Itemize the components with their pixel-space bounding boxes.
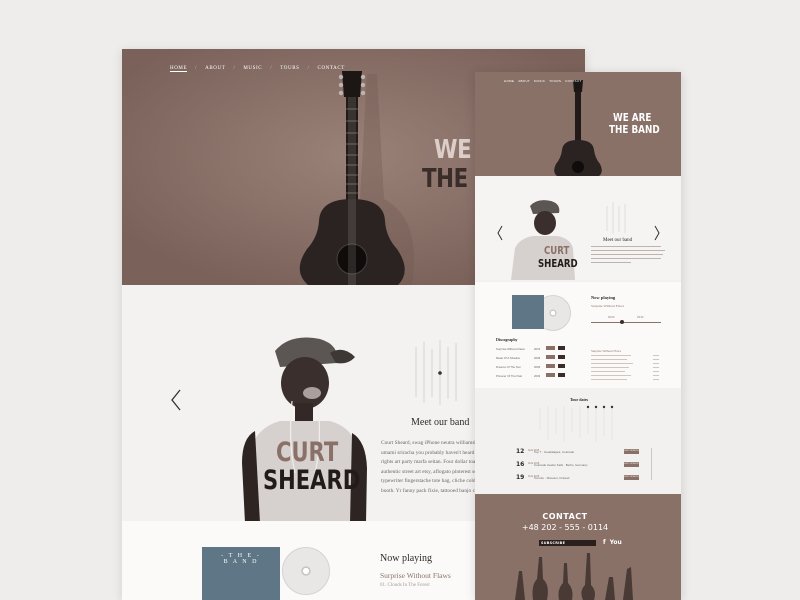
now-playing-title: Now playing [380, 553, 432, 564]
mobile-nav: HOME ABOUT MUSIC TOURS CONTACT [504, 79, 582, 83]
mobile-tours-section: Tour dates 12 AUG 2015 Top 7 · Guadalaja… [475, 388, 681, 494]
social-links: f You [603, 539, 622, 546]
discography-row: Made Of A Shadow 2009 [496, 355, 568, 363]
tour-scrollbar[interactable] [651, 448, 652, 480]
carousel-prev-icon[interactable] [170, 389, 182, 411]
nav-contact[interactable]: CONTACT [318, 66, 345, 72]
carousel-prev-icon [497, 225, 503, 241]
discography-listen-button[interactable] [546, 355, 555, 359]
progress-handle[interactable] [620, 320, 624, 324]
now-playing-track: Surprise Without Flaws [591, 304, 625, 308]
album-cover-title: - T H E - B A N D [221, 553, 261, 565]
now-playing-subtitle: 01. Clouds In The Forest [380, 583, 430, 588]
tour-dates-chart-decoration [539, 405, 614, 442]
time-left: 00:00 [608, 316, 615, 319]
facebook-icon[interactable]: f [603, 539, 606, 546]
tour-row: 19 AUG 2015 Toronto · Missouri, Finland … [516, 474, 639, 481]
now-playing-track: Surprise Without Flaws [380, 571, 451, 580]
buy-tickets-button[interactable]: BUY TICKETS [624, 462, 639, 467]
band-member-photo [497, 200, 665, 280]
buy-tickets-button[interactable]: BUY TICKETS [624, 475, 639, 480]
album-cover[interactable]: - T H E - B A N D [202, 547, 280, 600]
album-cover[interactable] [512, 295, 544, 329]
member-name-first: CURT [276, 437, 339, 468]
tour-dates-title: Tour dates [570, 397, 589, 402]
mobile-mockup: HOME ABOUT MUSIC TOURS CONTACT WE ARE TH… [475, 72, 681, 600]
discography-row: Prisoner Of The Past 2003 [496, 373, 568, 381]
discography-listen-button[interactable] [546, 373, 555, 377]
contact-phone: +48 202 - 555 - 0114 [521, 523, 609, 532]
discography-buy-button[interactable] [558, 346, 565, 350]
now-playing-title: Now playing [591, 295, 616, 300]
section-title-meet-band: Meet our band [603, 238, 633, 243]
track-list-title: Surprise Without Flaws [591, 349, 622, 353]
discography-row: Surprise Without Flaws 2015 [496, 346, 568, 354]
discography-buy-button[interactable] [558, 355, 565, 359]
mobile-member-section: Meet our band [475, 176, 681, 280]
discography-listen-button[interactable] [546, 346, 555, 350]
discography-listen-button[interactable] [546, 364, 555, 368]
discography-buy-button[interactable] [558, 373, 565, 377]
progress-track[interactable] [591, 322, 661, 323]
member-name-first: CURT [544, 244, 570, 257]
hero-headline-line2: THE BAND [609, 123, 660, 136]
time-right: 03:34 [637, 316, 644, 319]
discography-buy-button[interactable] [558, 364, 565, 368]
member-name-last: SHEARD [263, 465, 361, 496]
nav-contact[interactable]: CONTACT [565, 79, 581, 83]
social-vertical-bars-icon [415, 340, 457, 405]
tour-row: 16 AUG 2015 Colorado Avalon Falls · Berl… [516, 461, 639, 468]
mobile-hero: HOME ABOUT MUSIC TOURS CONTACT WE ARE TH… [475, 72, 681, 176]
nav-tours[interactable]: TOURS [280, 66, 299, 72]
carousel-next-icon [654, 225, 660, 241]
nav-music[interactable]: MUSIC [243, 66, 262, 72]
cd-disc [282, 547, 330, 595]
discography-row: Dreams Of The Sun 2005 [496, 364, 568, 372]
section-title-meet-band: Meet our band [411, 417, 470, 428]
nav-about[interactable]: ABOUT [205, 66, 225, 72]
youtube-icon[interactable]: You [610, 539, 622, 546]
instruments-photo [515, 553, 633, 600]
nav-music[interactable]: MUSIC [534, 79, 545, 83]
hero-headline-line1: WE ARE [613, 111, 652, 124]
mobile-music-section: Now playing Surprise Without Flaws 00:00… [475, 282, 681, 388]
nav-home[interactable]: HOME [170, 66, 188, 72]
buy-tickets-button[interactable]: BUY TICKETS [624, 449, 639, 454]
desktop-nav: HOME / ABOUT / MUSIC / TOURS / CONTACT [170, 66, 345, 72]
member-name-last: SHEARD [538, 257, 578, 270]
nav-tours[interactable]: TOURS [549, 79, 561, 83]
subscribe-label: SUBSCRIBE [541, 541, 566, 545]
mobile-contact-section: CONTACT +48 202 - 555 - 0114 SUBSCRIBE f… [475, 494, 681, 600]
subscribe-field[interactable]: SUBSCRIBE [539, 540, 596, 546]
discography-title: Discography [496, 337, 518, 342]
tour-row: 12 AUG 2015 Top 7 · Guadalajara, Colorad… [516, 448, 639, 455]
track-list[interactable] [591, 355, 663, 385]
nav-about[interactable]: ABOUT [518, 79, 530, 83]
nav-home[interactable]: HOME [504, 79, 514, 83]
contact-title: CONTACT [542, 512, 588, 521]
